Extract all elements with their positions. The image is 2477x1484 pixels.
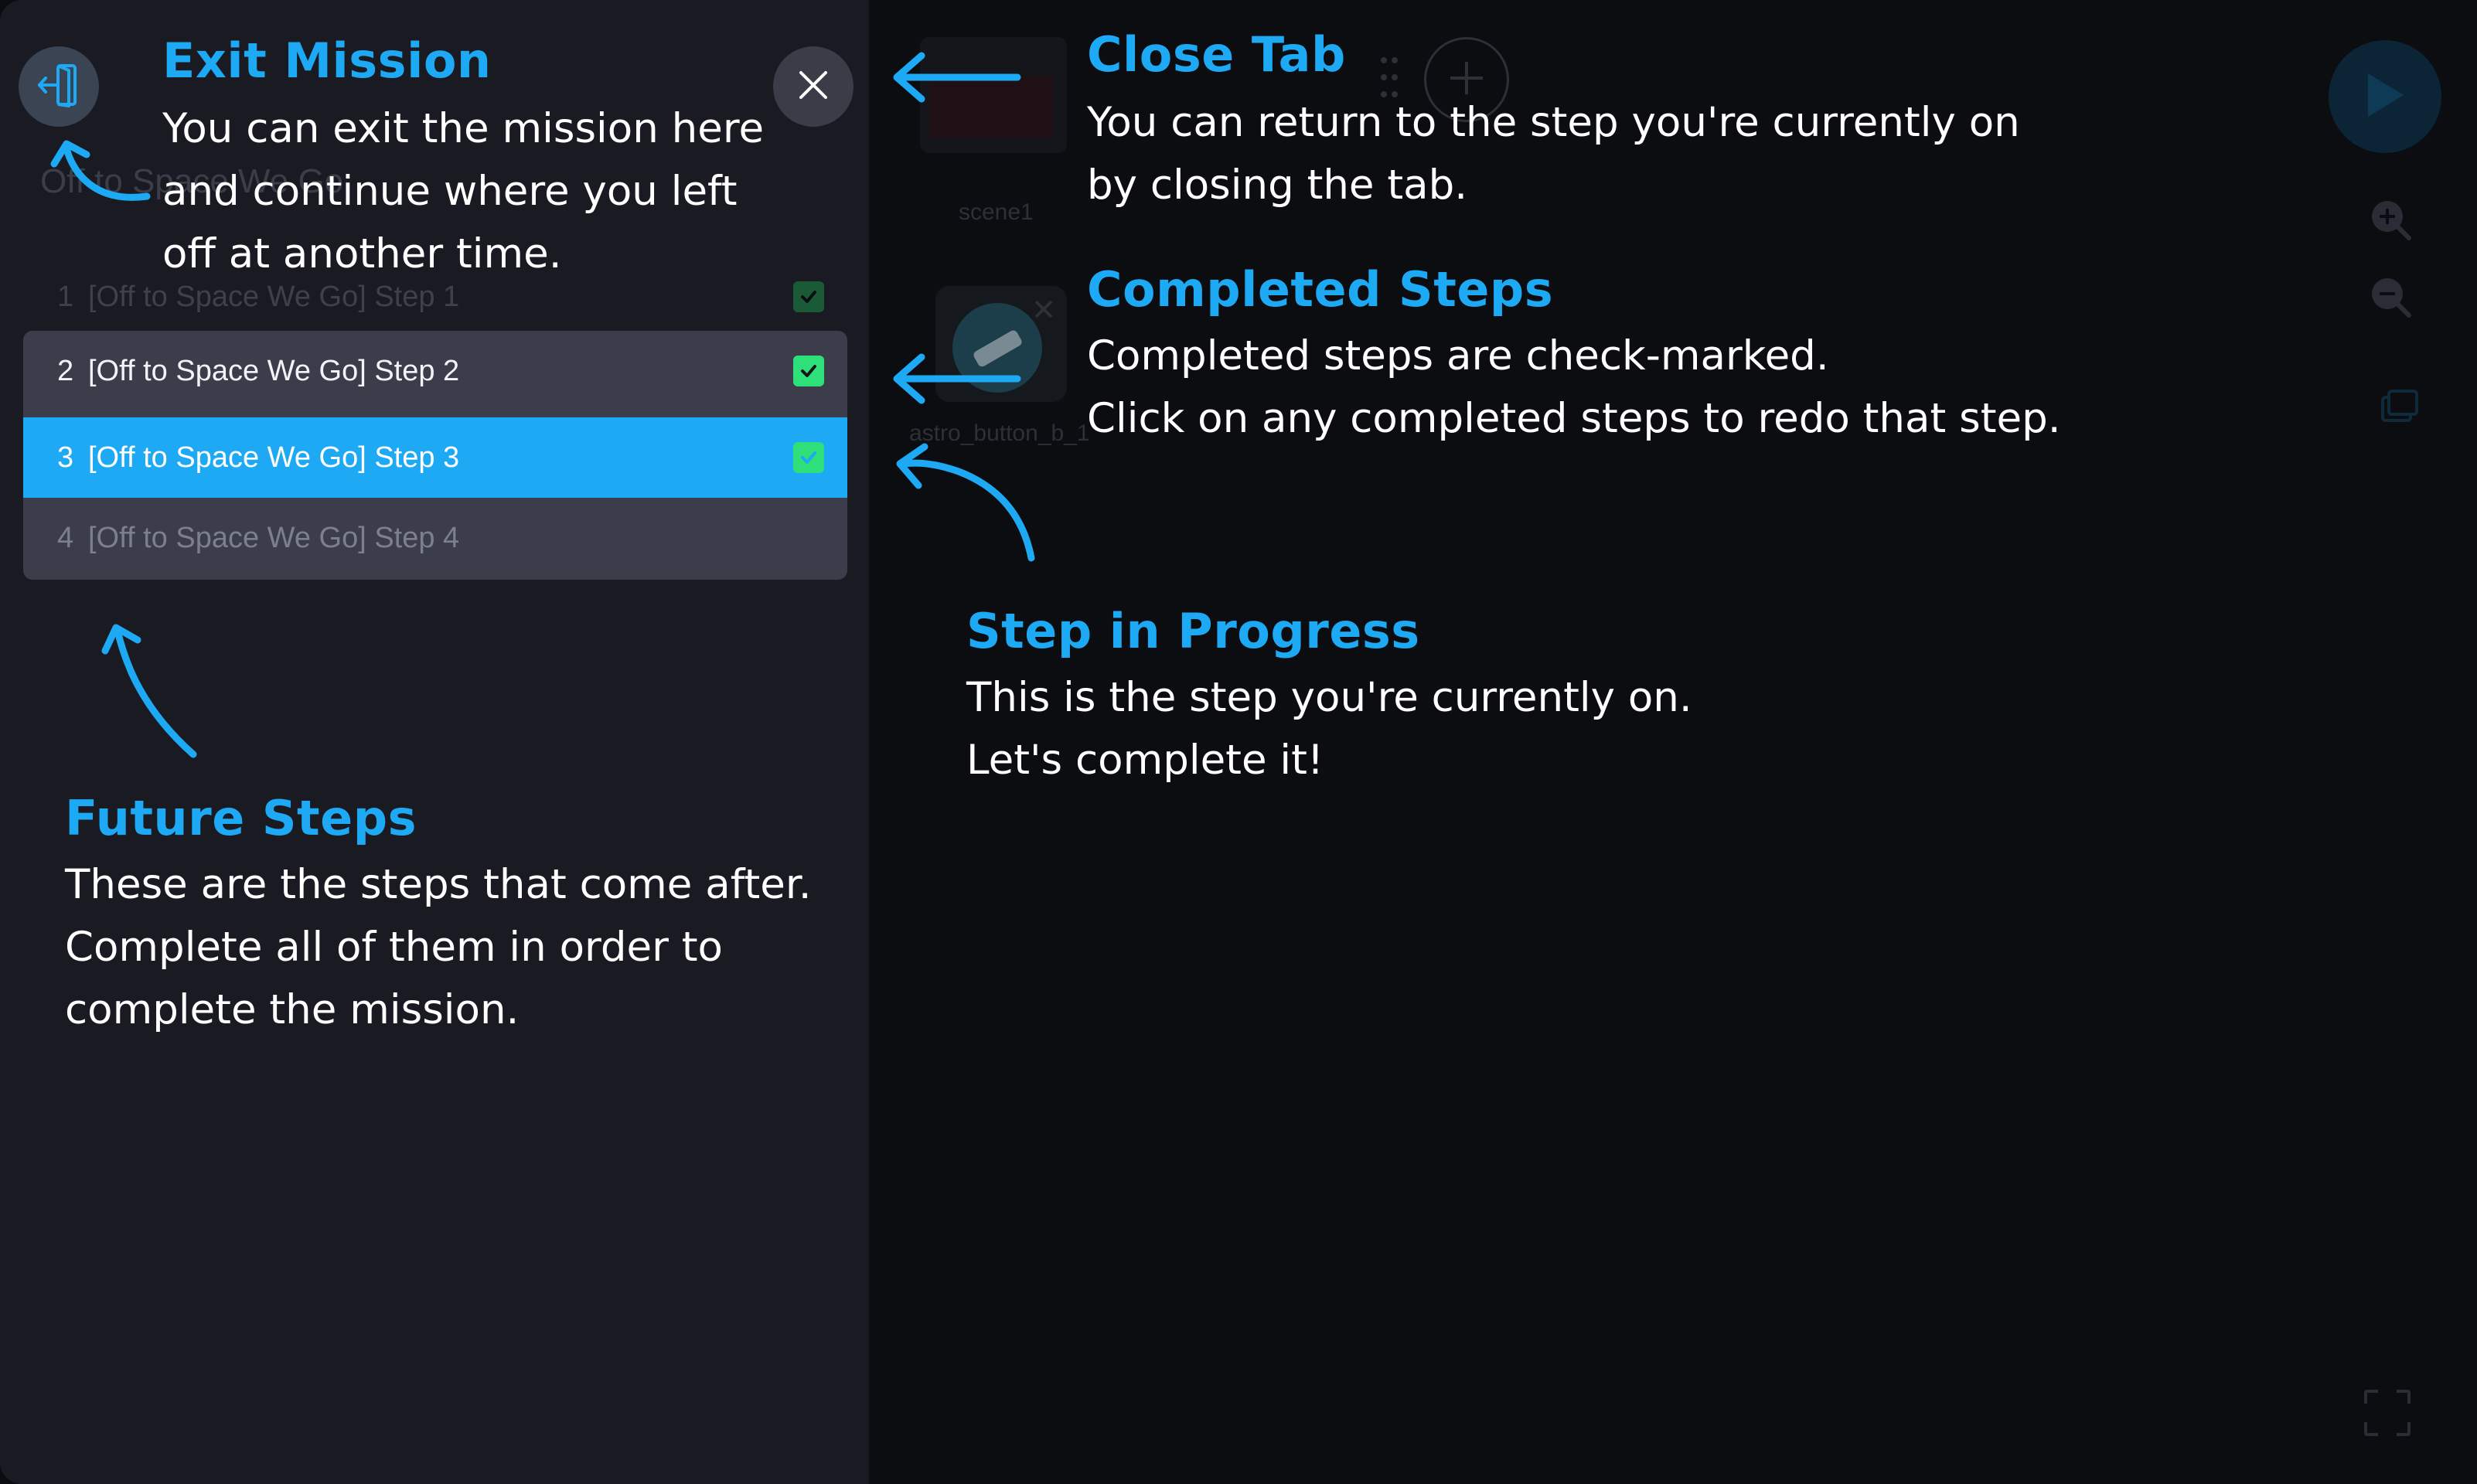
check-icon (793, 442, 824, 473)
play-button[interactable] (2329, 40, 2441, 153)
help-bubble-icon (2376, 386, 2420, 434)
sprite-thumbnail[interactable] (935, 286, 1067, 402)
step-number: 1 (57, 281, 74, 313)
sprite-label: astro_button_b_1 (909, 420, 1090, 446)
exit-mission-button[interactable] (19, 46, 99, 127)
completed-steps-title: Completed Steps (1087, 261, 1554, 318)
check-icon (793, 281, 824, 312)
scene-preview (929, 76, 1053, 138)
step-in-progress-arrow-icon (901, 459, 1035, 562)
close-icon (796, 68, 830, 106)
tutorial-overlay: Off to Space We Go 1 [Off to Space We Go… (0, 0, 2477, 1484)
future-steps-title: Future Steps (65, 790, 417, 846)
step-number: 2 (57, 355, 74, 387)
exit-mission-title: Exit Mission (162, 32, 492, 89)
scene-label: scene1 (959, 199, 1034, 225)
step-list: 2 [Off to Space We Go] Step 2 3 [Off to … (23, 331, 847, 580)
step-number: 4 (57, 522, 74, 554)
zoom-out-button[interactable] (2367, 275, 2414, 322)
step-label: [Off to Space We Go] Step 2 (88, 355, 460, 387)
step-in-progress-title: Step in Progress (966, 603, 1420, 659)
step-item-4[interactable]: 4 [Off to Space We Go] Step 4 (23, 498, 847, 578)
fullscreen-icon (2364, 1390, 2411, 1436)
exit-door-icon (35, 61, 83, 113)
step-number: 3 (57, 441, 74, 474)
fullscreen-button[interactable] (2363, 1388, 2412, 1438)
check-icon (793, 356, 824, 386)
zoom-in-icon (2367, 196, 2414, 247)
sprite-preview-icon (952, 300, 1053, 393)
step-item-3-in-progress[interactable]: 3 [Off to Space We Go] Step 3 (23, 417, 847, 498)
zoom-in-button[interactable] (2367, 198, 2414, 244)
help-button[interactable] (2375, 386, 2421, 433)
scene-thumbnail[interactable] (920, 37, 1067, 153)
zoom-out-icon (2367, 274, 2414, 324)
play-icon (2363, 70, 2407, 124)
close-tab-button[interactable] (773, 46, 853, 127)
step-in-progress-description: This is the step you're currently on. Le… (966, 674, 1692, 784)
step-label: [Off to Space We Go] Step 4 (88, 522, 460, 554)
completed-steps-description: Completed steps are check-marked. Click … (1087, 332, 2061, 442)
step-label: [Off to Space We Go] Step 3 (88, 441, 460, 474)
close-tab-title: Close Tab (1087, 26, 1346, 83)
exit-mission-description: You can exit the mission here and contin… (162, 105, 765, 277)
close-tab-description: You can return to the step you're curren… (1087, 99, 2020, 209)
step-item-2[interactable]: 2 [Off to Space We Go] Step 2 (23, 331, 847, 411)
future-steps-description: These are the steps that come after. Com… (65, 861, 812, 1033)
